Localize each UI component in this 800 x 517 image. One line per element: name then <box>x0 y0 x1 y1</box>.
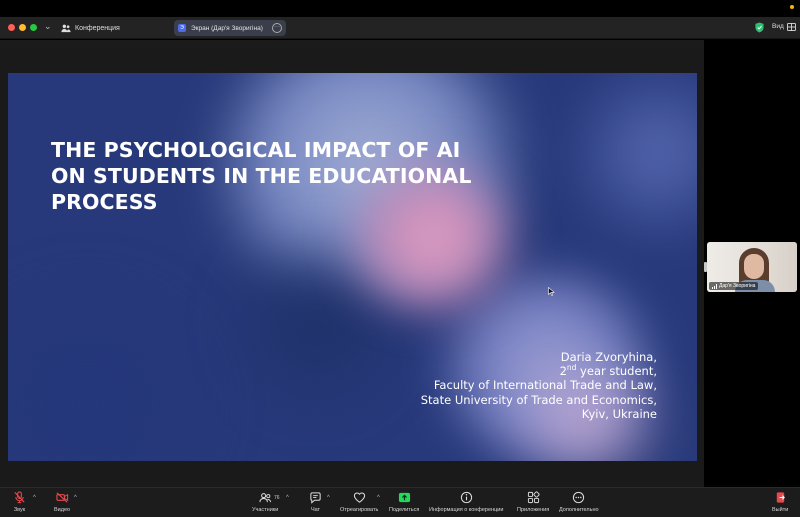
more-options-icon[interactable]: ··· <box>272 23 282 33</box>
more-label: Дополнительно <box>559 507 599 513</box>
maximize-window-button[interactable] <box>30 24 37 31</box>
mouse-cursor-icon <box>548 287 555 296</box>
microphone-muted-icon <box>14 491 25 504</box>
author-name: Daria Zvoryhina, <box>560 350 657 364</box>
more-button[interactable]: Дополнительно <box>559 491 599 513</box>
react-label: Отреагировать <box>340 507 379 513</box>
audio-options-caret[interactable]: ^ <box>33 495 36 501</box>
chat-bubble-icon <box>310 492 321 504</box>
recording-indicator <box>790 5 794 9</box>
year-number: 2 <box>559 364 567 379</box>
close-window-button[interactable] <box>8 24 15 31</box>
share-screen-icon <box>398 492 410 503</box>
people-icon <box>61 24 71 33</box>
react-options-caret[interactable]: ^ <box>377 495 380 501</box>
chat-options-caret[interactable]: ^ <box>327 495 330 501</box>
conference-menu[interactable]: Конференция <box>61 20 120 36</box>
leave-button[interactable]: Выйти <box>772 491 788 513</box>
participants-icon <box>259 493 271 503</box>
slide-title-line: THE PSYCHOLOGICAL IMPACT OF AI <box>51 138 461 162</box>
info-icon <box>460 491 472 504</box>
slide-author-block: Daria Zvoryhina, 2nd year student, Facul… <box>421 350 657 421</box>
share-label: Поделиться <box>389 507 420 513</box>
participant-name: Дар'я Зворигіна <box>719 283 756 289</box>
screen-share-label: Экран (Дар'я Зворигіна) <box>191 24 263 32</box>
sharer-avatar: Э <box>178 24 186 32</box>
meeting-toolbar: Звук ^ Видео ^ Участники 76 ^ Чат ^ Отре… <box>0 487 800 517</box>
apps-icon <box>527 491 540 504</box>
audio-label: Звук <box>13 507 26 513</box>
participant-face <box>744 254 764 279</box>
window-titlebar: ⌄ Конференция Э Экран (Дар'я Зворигіна) … <box>0 17 800 39</box>
author-faculty: Faculty of International Trade and Law, <box>433 378 657 393</box>
react-button[interactable]: Отреагировать <box>340 491 378 513</box>
view-menu-label[interactable]: Вид <box>772 23 784 30</box>
leave-label: Выйти <box>772 507 789 513</box>
stage-top-edge <box>0 40 704 48</box>
author-university: State University of Trade and Economics, <box>420 392 657 407</box>
share-screen-button[interactable]: Поделиться <box>389 491 419 513</box>
shield-icon[interactable] <box>755 22 764 33</box>
participants-options-caret[interactable]: ^ <box>286 495 289 501</box>
chat-label: Чат <box>310 507 321 513</box>
signal-bars-icon <box>712 283 717 289</box>
macos-menu-bar <box>0 0 800 17</box>
participants-count: 76 <box>274 495 280 501</box>
heart-icon <box>353 492 365 503</box>
grid-view-icon[interactable] <box>787 23 796 31</box>
author-city: Kyiv, Ukraine <box>581 406 657 421</box>
participant-name-tag: Дар'я Зворигіна <box>709 282 759 290</box>
camera-off-icon <box>55 492 68 503</box>
info-label: Информация о конференции <box>429 507 504 513</box>
slide-title-line: ON STUDENTS IN THE EDUCATIONAL <box>51 164 472 188</box>
slide-background-shape <box>568 73 697 253</box>
leave-icon <box>776 492 785 503</box>
meeting-info-button[interactable]: Информация о конференции <box>429 491 503 513</box>
conference-label: Конференция <box>75 24 120 32</box>
slide-title-line: PROCESS <box>51 190 158 214</box>
audio-button[interactable]: Звук <box>13 491 26 513</box>
year-text: year student, <box>576 364 657 379</box>
screen-share-indicator[interactable]: Э Экран (Дар'я Зворигіна) ··· <box>174 20 286 36</box>
chevron-down-icon[interactable]: ⌄ <box>44 21 52 32</box>
chat-button[interactable]: Чат <box>309 491 322 513</box>
year-suffix: nd <box>566 363 577 373</box>
participants-label: Участники <box>252 507 279 513</box>
apps-label: Приложения <box>517 507 550 513</box>
video-button[interactable]: Видео <box>54 491 70 513</box>
author-year: 2nd year student, <box>421 364 657 378</box>
slide-title: THE PSYCHOLOGICAL IMPACT OF AI ON STUDEN… <box>51 137 511 215</box>
video-label: Видео <box>54 507 71 513</box>
more-icon <box>573 491 585 504</box>
presentation-slide: THE PSYCHOLOGICAL IMPACT OF AI ON STUDEN… <box>8 73 697 461</box>
minimize-window-button[interactable] <box>19 24 26 31</box>
video-options-caret[interactable]: ^ <box>74 495 77 501</box>
slide-background-shape <box>8 273 228 461</box>
apps-button[interactable]: Приложения <box>517 491 549 513</box>
participant-video-tile[interactable]: Дар'я Зворигіна <box>707 242 797 292</box>
